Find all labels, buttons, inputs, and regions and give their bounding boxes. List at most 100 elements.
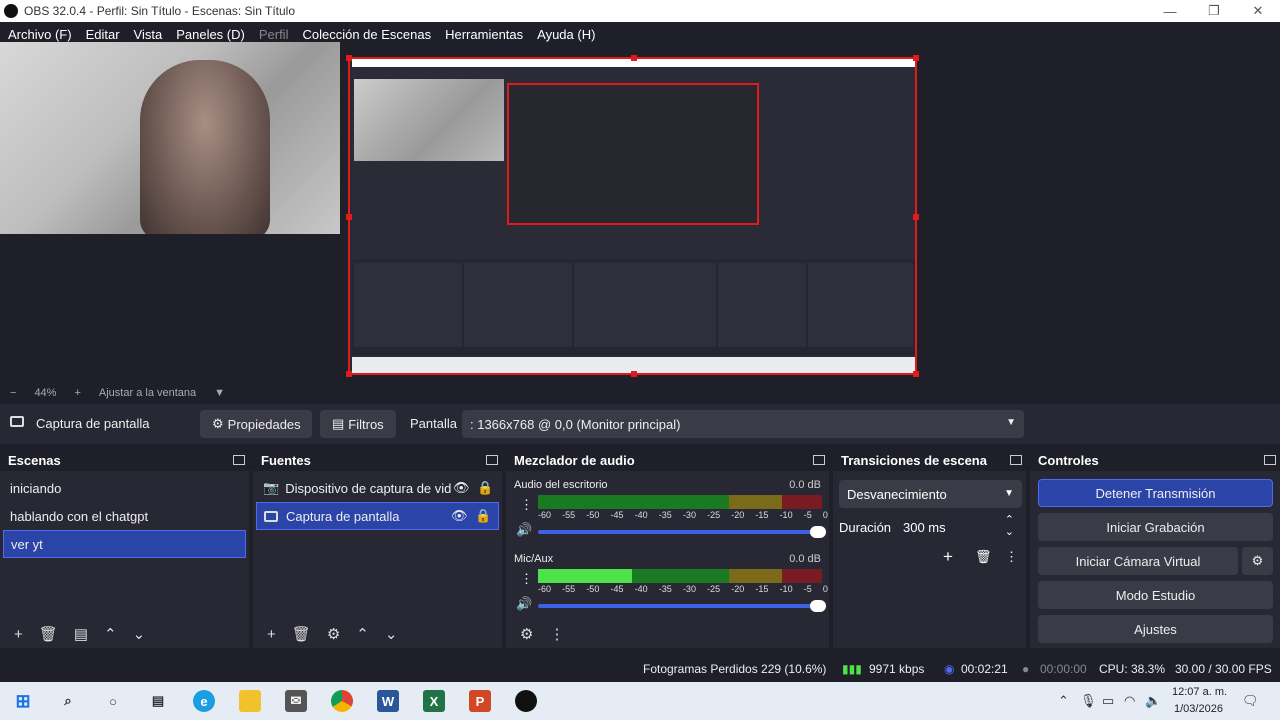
menu-scene-collection[interactable]: Colección de Escenas — [302, 27, 431, 42]
transition-select[interactable]: Desvanecimiento ▼ — [839, 480, 1022, 508]
stop-stream-button[interactable]: Detener Transmisión — [1038, 479, 1273, 507]
controls-title: Controles — [1038, 452, 1099, 468]
windows-taskbar: ⊞ ⌕ ○ ▤ e ✉ W X P ⌃ 🎙 ▭ ◠ 🔈 12:07 a. m. … — [0, 682, 1280, 720]
edge-icon[interactable]: e — [193, 690, 215, 712]
fps: 30.00 / 30.00 FPS — [1175, 662, 1272, 676]
kebab-menu-icon[interactable]: ⋮ — [549, 625, 564, 643]
microphone-icon[interactable]: 🎙 — [1080, 693, 1097, 709]
wifi-icon[interactable]: ◠ — [1124, 693, 1135, 709]
battery-icon[interactable]: ▭ — [1102, 693, 1114, 709]
search-icon[interactable]: ⌕ — [57, 690, 79, 712]
volume-slider[interactable] — [538, 526, 826, 538]
task-view-icon[interactable]: ▤ — [147, 690, 169, 712]
popout-icon[interactable] — [813, 455, 825, 465]
chevron-down-icon[interactable]: ⌄ — [1005, 525, 1014, 538]
nested-preview-capture — [507, 83, 759, 225]
trash-icon[interactable]: 🗑 — [292, 625, 311, 643]
studio-mode-button[interactable]: Modo Estudio — [1038, 581, 1273, 609]
transitions-title: Transiciones de escena — [841, 452, 987, 468]
menu-docks[interactable]: Paneles (D) — [176, 27, 245, 42]
clock-date[interactable]: 1/03/2026 — [1174, 703, 1223, 715]
kebab-menu-icon[interactable]: ⋮ — [1005, 549, 1018, 565]
display-select[interactable]: : 1366x768 @ 0,0 (Monitor principal) ▼ — [462, 410, 1024, 438]
meter-tick-label: -10 — [779, 510, 793, 520]
source-item[interactable]: 📷 Dispositivo de captura de vid 👁 🔒 — [253, 474, 502, 502]
speaker-icon[interactable]: 🔊 — [516, 596, 532, 612]
virtual-camera-button[interactable]: Iniciar Cámara Virtual — [1038, 547, 1238, 575]
controls-dock: Controles Detener Transmisión Iniciar Gr… — [1030, 449, 1280, 648]
meter-tick-label: 0 — [822, 584, 828, 594]
kebab-menu-icon[interactable]: ⋮ — [520, 497, 533, 513]
duration-label: Duración — [839, 520, 892, 535]
advanced-audio-icon[interactable]: ⚙ — [520, 625, 533, 643]
chevron-up-icon[interactable]: ⌃ — [1058, 693, 1069, 709]
zoom-in-button[interactable]: + — [74, 387, 80, 399]
display-select-value: : 1366x768 @ 0,0 (Monitor principal) — [470, 416, 681, 432]
visibility-eye-icon[interactable]: 👁 — [451, 508, 468, 524]
file-explorer-icon[interactable] — [239, 690, 261, 712]
trash-icon[interactable]: 🗑 — [975, 549, 992, 565]
powerpoint-icon[interactable]: P — [469, 690, 491, 712]
zoom-menu-icon[interactable]: ▼ — [214, 387, 225, 399]
zoom-bar: − 44% + Ajustar a la ventana ▼ — [0, 382, 1280, 404]
menu-tools[interactable]: Herramientas — [445, 27, 523, 42]
virtual-camera-settings-button[interactable]: ⚙ — [1242, 547, 1273, 575]
speaker-icon[interactable]: 🔊 — [516, 522, 532, 538]
add-icon[interactable]: + — [14, 626, 23, 643]
signal-bars-icon: ▮▮▮ — [842, 662, 862, 676]
screen-capture-source[interactable] — [346, 55, 919, 377]
windows-start-icon[interactable]: ⊞ — [12, 690, 34, 712]
scene-item[interactable]: iniciando — [0, 474, 249, 502]
meter-tick-label: -5 — [803, 584, 812, 594]
scene-item[interactable]: hablando con el chatgpt — [0, 502, 249, 530]
meter-tick-label: -40 — [634, 510, 648, 520]
kebab-menu-icon[interactable]: ⋮ — [520, 571, 533, 587]
excel-icon[interactable]: X — [423, 690, 445, 712]
scene-item-selected[interactable]: ver yt — [3, 530, 246, 558]
source-item-selected[interactable]: Captura de pantalla 👁 🔒 — [256, 502, 499, 530]
menu-edit[interactable]: Editar — [86, 27, 120, 42]
popout-icon[interactable] — [233, 455, 245, 465]
clock-time[interactable]: 12:07 a. m. — [1172, 686, 1227, 698]
word-icon[interactable]: W — [377, 690, 399, 712]
trash-icon[interactable]: 🗑 — [39, 625, 58, 643]
move-up-icon[interactable]: ⌃ — [104, 625, 117, 643]
meter-tick-label: -50 — [586, 510, 600, 520]
volume-icon[interactable]: 🔈 — [1145, 693, 1161, 709]
filters-button[interactable]: ▤ Filtros — [320, 410, 396, 438]
close-button[interactable]: ✕ — [1236, 0, 1280, 22]
obs-taskbar-icon[interactable] — [515, 690, 537, 712]
menu-file[interactable]: Archivo (F) — [8, 27, 72, 42]
visibility-eye-icon[interactable]: 👁 — [453, 480, 470, 496]
settings-button[interactable]: Ajustes — [1038, 615, 1273, 643]
zoom-out-button[interactable]: − — [10, 387, 16, 399]
add-icon[interactable]: + — [267, 626, 276, 643]
mail-icon[interactable]: ✉ — [285, 690, 307, 712]
maximize-button[interactable]: ❐ — [1192, 0, 1236, 22]
cortana-icon[interactable]: ○ — [102, 690, 124, 712]
start-recording-button[interactable]: Iniciar Grabación — [1038, 513, 1273, 541]
volume-slider[interactable] — [538, 600, 826, 612]
popout-icon[interactable] — [1264, 455, 1276, 465]
lock-icon[interactable]: 🔒 — [477, 480, 493, 496]
chrome-icon[interactable] — [331, 690, 353, 712]
filter-icon[interactable]: ▤ — [74, 625, 88, 643]
add-icon[interactable]: + — [943, 547, 953, 567]
menu-profile[interactable]: Perfil — [259, 27, 289, 42]
lock-icon[interactable]: 🔒 — [475, 508, 491, 524]
move-down-icon[interactable]: ⌄ — [133, 625, 146, 643]
move-up-icon[interactable]: ⌃ — [356, 625, 369, 643]
minimize-button[interactable]: — — [1148, 0, 1192, 22]
properties-button[interactable]: ⚙ Propiedades — [200, 410, 312, 438]
gear-icon[interactable]: ⚙ — [327, 625, 340, 643]
notifications-icon[interactable]: 🗨 — [1242, 693, 1259, 709]
menu-view[interactable]: Vista — [134, 27, 163, 42]
fit-window-button[interactable]: Ajustar a la ventana — [99, 387, 196, 399]
move-down-icon[interactable]: ⌄ — [385, 625, 398, 643]
duration-spinbox[interactable]: 300 ms ⌃ ⌄ — [897, 513, 1022, 541]
meter-tick-label: -60 — [538, 510, 552, 520]
volume-meter — [538, 495, 822, 509]
popout-icon[interactable] — [1010, 455, 1022, 465]
menu-help[interactable]: Ayuda (H) — [537, 27, 595, 42]
popout-icon[interactable] — [486, 455, 498, 465]
